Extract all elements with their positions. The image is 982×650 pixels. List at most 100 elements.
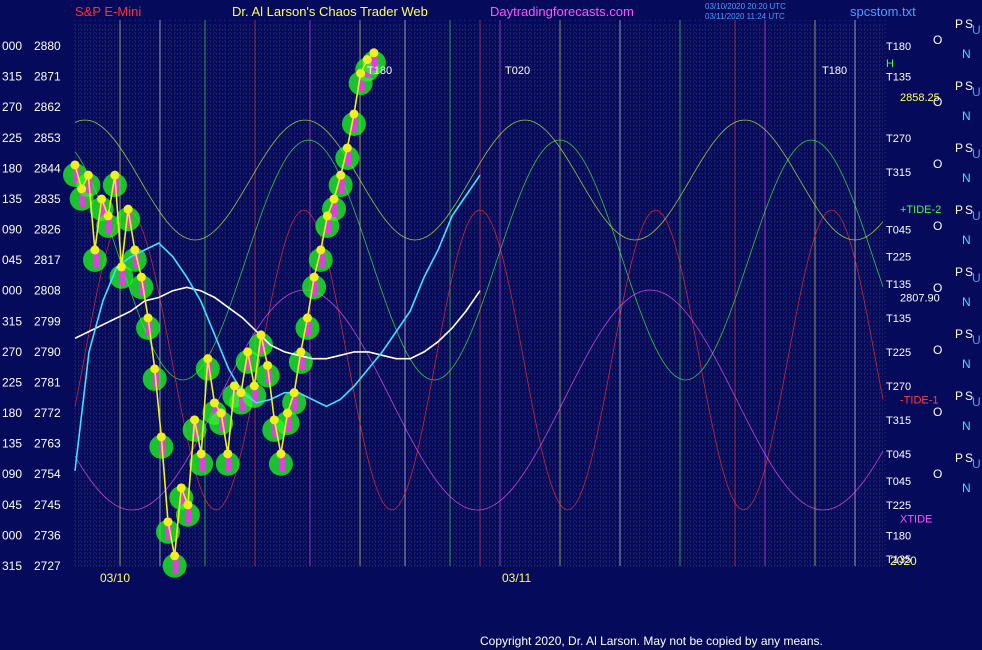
ps-letter: O <box>933 343 942 357</box>
price-point <box>283 408 293 418</box>
timestamp-2: 03/11/2020 11:24 UTC <box>705 12 785 21</box>
price-point <box>123 204 133 214</box>
ps-letter: P <box>955 203 963 217</box>
right-label: T045 <box>886 449 911 461</box>
price-point <box>349 109 359 119</box>
y-tick-right: 2817 <box>34 253 61 267</box>
y-tick-right: 2754 <box>34 467 61 481</box>
ps-letter: P <box>955 79 963 93</box>
ps-letter: N <box>962 47 971 61</box>
price-point <box>356 68 366 78</box>
price-point <box>190 415 200 425</box>
x-tick-label: 03/11 <box>502 571 531 585</box>
x-tick-label: 03/10 <box>100 571 130 585</box>
y-tick-left: 090 <box>2 467 22 481</box>
y-tick-right: 2745 <box>34 498 61 512</box>
y-tick-left: 270 <box>2 345 22 359</box>
right-label: H <box>886 58 894 70</box>
y-tick-right: 2763 <box>34 437 61 451</box>
price-point <box>143 313 153 323</box>
y-tick-left: 000 <box>2 528 22 542</box>
y-tick-left: 180 <box>2 406 22 420</box>
price-point <box>176 483 186 493</box>
y-tick-right: 2844 <box>34 161 61 175</box>
right-label: T225 <box>886 252 911 264</box>
price-point <box>110 170 120 180</box>
ps-letter: O <box>933 219 942 233</box>
right-label: T225 <box>886 347 911 359</box>
right-label: T270 <box>886 381 911 393</box>
price-point <box>302 313 312 323</box>
right-label: T135 <box>886 279 911 291</box>
y-tick-right: 2727 <box>34 559 61 573</box>
ps-letter: N <box>962 171 971 185</box>
price-point <box>296 347 306 357</box>
price-point <box>336 170 346 180</box>
price-point <box>362 55 372 65</box>
right-label: T315 <box>886 415 911 427</box>
y-tick-left: 270 <box>2 100 22 114</box>
ps-letter: O <box>933 33 942 47</box>
price-point <box>116 262 126 272</box>
ps-letter: P <box>955 141 963 155</box>
ps-letter: P <box>955 451 963 465</box>
price-point <box>369 48 379 58</box>
cycle-label: T020 <box>505 65 530 77</box>
instrument-title: S&P E-Mini <box>75 4 142 19</box>
ps-letter: N <box>962 357 971 371</box>
y-tick-right: 2862 <box>34 100 61 114</box>
y-tick-left: 000 <box>2 39 22 53</box>
y-tick-right: 2790 <box>34 345 61 359</box>
y-tick-left: 180 <box>2 161 22 175</box>
y-tick-right: 2736 <box>34 528 61 542</box>
price-point <box>203 354 213 364</box>
price-point <box>183 500 193 510</box>
y-tick-right: 2871 <box>34 70 61 84</box>
ps-letter: U <box>972 85 981 99</box>
ps-letter: U <box>972 333 981 347</box>
y-tick-left: 315 <box>2 70 22 84</box>
ps-letter: U <box>972 395 981 409</box>
y-tick-left: 225 <box>2 375 22 389</box>
file-name: spcstom.txt <box>850 4 916 19</box>
ps-letter: N <box>962 109 971 123</box>
right-label: +TIDE-2 <box>900 204 941 216</box>
price-point <box>196 449 206 459</box>
ps-letter: N <box>962 419 971 433</box>
right-label: T270 <box>886 133 911 145</box>
price-point <box>209 398 219 408</box>
right-label: T315 <box>886 167 911 179</box>
price-point <box>289 388 299 398</box>
ps-letter: U <box>972 147 981 161</box>
ps-letter: P <box>955 265 963 279</box>
ps-letter: N <box>962 295 971 309</box>
y-tick-left: 090 <box>2 223 22 237</box>
y-tick-left: 315 <box>2 314 22 328</box>
price-point <box>229 381 239 391</box>
right-label: T135 <box>886 554 911 566</box>
ps-letter: N <box>962 233 971 247</box>
price-point <box>216 408 226 418</box>
price-point <box>322 211 332 221</box>
price-point <box>130 245 140 255</box>
y-tick-right: 2772 <box>34 406 61 420</box>
ps-letter: P <box>955 327 963 341</box>
ps-letter: N <box>962 481 971 495</box>
ps-letter: U <box>972 457 981 471</box>
price-point <box>83 170 93 180</box>
price-point <box>90 245 100 255</box>
right-label: T180 <box>886 530 911 542</box>
price-point <box>269 415 279 425</box>
y-tick-right: 2826 <box>34 223 61 237</box>
ps-letter: O <box>933 157 942 171</box>
y-tick-left: 045 <box>2 253 22 267</box>
copyright: Copyright 2020, Dr. Al Larson. May not b… <box>480 634 823 648</box>
y-tick-right: 2880 <box>34 39 61 53</box>
ps-letter: O <box>933 95 942 109</box>
price-point <box>276 449 286 459</box>
chart-canvas: 000 2880 315 2871 270 2862 225 2853 180 2844 135 28… <box>0 0 982 650</box>
right-label: XTIDE <box>900 513 932 525</box>
price-point <box>256 330 266 340</box>
cycle-label: T180 <box>822 65 847 77</box>
site-link[interactable]: Daytradingforecasts.com <box>490 4 634 19</box>
